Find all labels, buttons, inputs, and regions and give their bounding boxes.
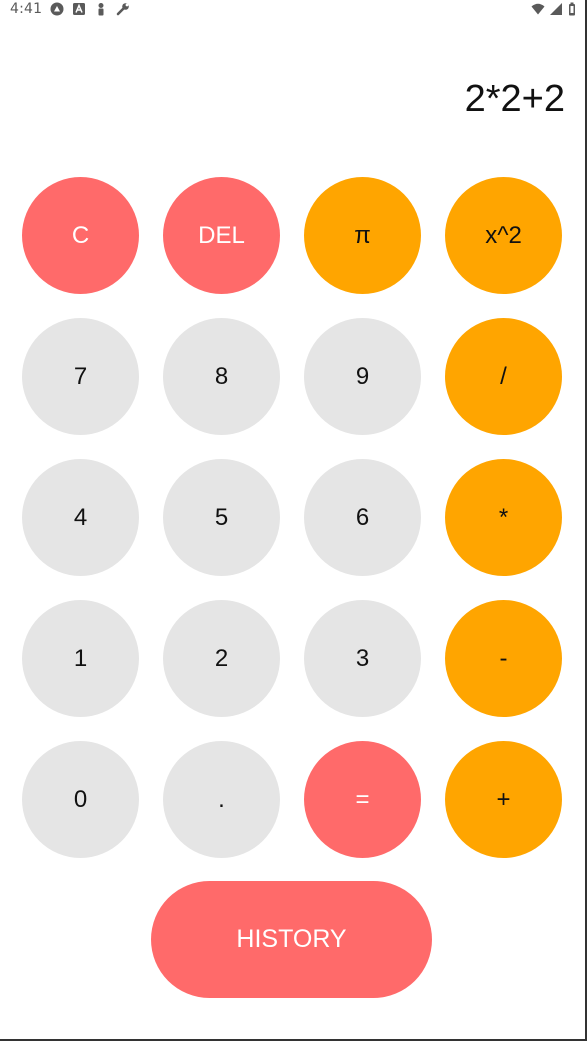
decimal-button[interactable]: .	[163, 741, 280, 858]
status-bar: 4:41	[0, 0, 587, 22]
digit-0-button[interactable]: 0	[22, 741, 139, 858]
delete-button[interactable]: DEL	[163, 177, 280, 294]
clear-button[interactable]: C	[22, 177, 139, 294]
digit-6-button[interactable]: 6	[304, 459, 421, 576]
divide-button[interactable]: /	[445, 318, 562, 435]
pi-button[interactable]: π	[304, 177, 421, 294]
person-icon	[94, 2, 108, 16]
digit-7-button[interactable]: 7	[22, 318, 139, 435]
wrench-icon	[116, 2, 130, 16]
digit-3-button[interactable]: 3	[304, 600, 421, 717]
equals-button[interactable]: =	[304, 741, 421, 858]
digit-8-button[interactable]: 8	[163, 318, 280, 435]
assistant-icon	[50, 2, 64, 16]
digit-2-button[interactable]: 2	[163, 600, 280, 717]
digit-4-button[interactable]: 4	[22, 459, 139, 576]
keypad: C DEL π x^2 7 8 9/ 4 5 6 * 1 2 3- 0. = +	[22, 177, 562, 858]
signal-icon	[549, 2, 563, 16]
digit-5-button[interactable]: 5	[163, 459, 280, 576]
digit-1-button[interactable]: 1	[22, 600, 139, 717]
subtract-button[interactable]: -	[445, 600, 562, 717]
notification-icons	[50, 2, 130, 16]
square-button[interactable]: x^2	[445, 177, 562, 294]
expression-display: 2*2+2	[464, 78, 565, 120]
system-icons	[531, 2, 581, 16]
status-time: 4:41	[10, 1, 43, 17]
wifi-icon	[531, 2, 545, 16]
a-icon	[72, 2, 86, 16]
digit-9-button[interactable]: 9	[304, 318, 421, 435]
battery-icon	[567, 2, 581, 16]
multiply-button[interactable]: *	[445, 459, 562, 576]
add-button[interactable]: +	[445, 741, 562, 858]
history-button[interactable]: HISTORY	[151, 881, 432, 998]
